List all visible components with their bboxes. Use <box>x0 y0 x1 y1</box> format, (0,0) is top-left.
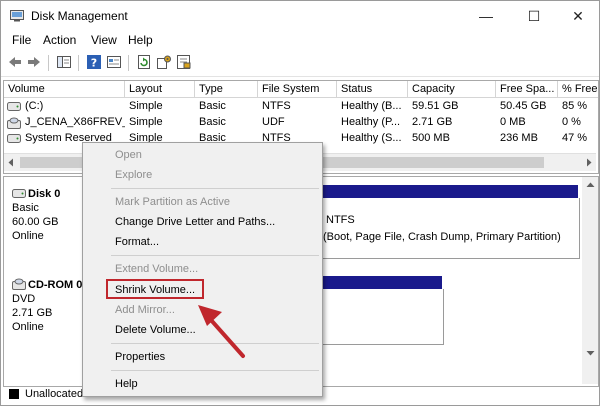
menu-separator <box>111 188 319 189</box>
menu-action[interactable]: Action <box>43 33 76 47</box>
menu-file[interactable]: File <box>12 33 31 47</box>
partition-header-bar <box>322 276 442 289</box>
column-header-volume[interactable]: Volume <box>4 81 125 98</box>
refresh-icon[interactable] <box>136 54 152 70</box>
menu-item-extend-volume[interactable]: Extend Volume... <box>115 262 198 276</box>
cell-volume: (C:) <box>25 100 44 112</box>
menu-item-delete-volume[interactable]: Delete Volume... <box>115 323 196 337</box>
toolbar-separator <box>48 55 49 71</box>
minimize-button[interactable]: — <box>466 3 506 29</box>
menu-view[interactable]: View <box>91 33 117 47</box>
cell-free-space: 0 MB <box>500 116 526 128</box>
cell-status: Healthy (B... <box>341 100 402 112</box>
disk-size: 2.71 GB <box>12 307 53 319</box>
cell-free-space: 236 MB <box>500 132 538 144</box>
disk-kind: DVD <box>12 293 36 305</box>
forward-icon[interactable] <box>26 54 42 70</box>
cell-type: Basic <box>199 116 226 128</box>
disk-name: CD-ROM 0 <box>28 279 83 291</box>
cell-capacity: 500 MB <box>412 132 450 144</box>
cell-capacity: 2.71 GB <box>412 116 453 128</box>
export-icon[interactable] <box>176 54 192 70</box>
toolbar: ? <box>1 51 599 77</box>
cell-status: Healthy (P... <box>341 116 401 128</box>
disk-state: Online <box>12 230 44 242</box>
svg-text:?: ? <box>91 57 97 70</box>
cell-percent-free: 47 % <box>562 132 588 144</box>
cell-percent-free: 85 % <box>562 100 588 112</box>
menu-separator <box>111 343 319 344</box>
column-header-layout[interactable]: Layout <box>125 81 195 98</box>
console-tree-icon[interactable] <box>56 54 72 70</box>
column-header-status[interactable]: Status <box>337 81 408 98</box>
cell-percent-free: 0 % <box>562 116 581 128</box>
disk-size: 60.00 GB <box>12 216 59 228</box>
scroll-left-icon[interactable] <box>7 158 15 167</box>
scroll-right-icon[interactable] <box>585 158 593 167</box>
menu-help[interactable]: Help <box>128 33 153 47</box>
maximize-button[interactable]: ☐ <box>514 3 554 29</box>
cell-free-space: 50.45 GB <box>500 100 547 112</box>
help-icon[interactable]: ? <box>86 54 102 70</box>
cell-layout: Simple <box>129 116 163 128</box>
menu-item-change-drive-letter[interactable]: Change Drive Letter and Paths... <box>115 215 275 229</box>
column-header-percent-free[interactable]: % Free <box>558 81 598 98</box>
properties-icon[interactable] <box>106 54 122 70</box>
scroll-down-icon[interactable] <box>586 349 595 357</box>
cell-type: Basic <box>199 100 226 112</box>
vertical-scrollbar[interactable] <box>582 177 598 384</box>
primary-partition-c[interactable]: NTFS (Boot, Page File, Crash Dump, Prima… <box>322 198 580 259</box>
back-icon[interactable] <box>7 54 23 70</box>
menu-bar: File Action View Help <box>1 30 599 50</box>
disk-management-app-icon <box>10 10 24 22</box>
toolbar-separator <box>128 55 129 71</box>
partition-header-bar <box>322 185 578 198</box>
window-title: Disk Management <box>31 9 128 23</box>
menu-item-explore[interactable]: Explore <box>115 168 152 182</box>
menu-separator <box>111 370 319 371</box>
disk-kind: Basic <box>12 202 39 214</box>
shrink-volume-highlight-box <box>106 279 204 299</box>
unallocated-swatch <box>9 389 19 399</box>
partition-file-system: NTFS <box>326 214 355 226</box>
menu-item-open[interactable]: Open <box>115 148 142 162</box>
legend-unallocated-label: Unallocated <box>25 388 84 400</box>
cell-layout: Simple <box>129 100 163 112</box>
disk-name: Disk 0 <box>28 188 61 200</box>
menu-item-properties[interactable]: Properties <box>115 350 165 364</box>
column-header-capacity[interactable]: Capacity <box>408 81 496 98</box>
column-header-type[interactable]: Type <box>195 81 258 98</box>
menu-item-format[interactable]: Format... <box>115 235 159 249</box>
menu-item-mark-active[interactable]: Mark Partition as Active <box>115 195 230 209</box>
partition-status: (Boot, Page File, Crash Dump, Primary Pa… <box>323 231 561 243</box>
optical-disc-icon <box>12 278 26 290</box>
column-header-file-system[interactable]: File System <box>258 81 337 98</box>
menu-item-help[interactable]: Help <box>115 377 138 391</box>
cell-file-system: NTFS <box>262 100 291 112</box>
cell-volume: J_CENA_X86FREV_... <box>25 116 125 128</box>
disk-state: Online <box>12 321 44 333</box>
menu-item-add-mirror[interactable]: Add Mirror... <box>115 303 175 317</box>
volume-context-menu: Open Explore Mark Partition as Active Ch… <box>82 142 323 397</box>
cell-capacity: 59.51 GB <box>412 100 459 112</box>
cdrom-partition[interactable] <box>322 289 444 345</box>
drive-icon <box>7 134 21 143</box>
title-bar: Disk Management — ☐ ✕ <box>1 1 599 30</box>
drive-icon <box>7 102 21 111</box>
column-header-free-space[interactable]: Free Spa... <box>496 81 558 98</box>
cell-status: Healthy (S... <box>341 132 402 144</box>
optical-disc-icon <box>7 117 21 129</box>
menu-separator <box>111 255 319 256</box>
disk-icon <box>12 189 26 198</box>
close-button[interactable]: ✕ <box>558 3 598 29</box>
toolbar-separator <box>78 55 79 71</box>
settings-icon[interactable] <box>156 54 172 70</box>
cell-file-system: UDF <box>262 116 285 128</box>
scroll-up-icon[interactable] <box>586 181 595 189</box>
